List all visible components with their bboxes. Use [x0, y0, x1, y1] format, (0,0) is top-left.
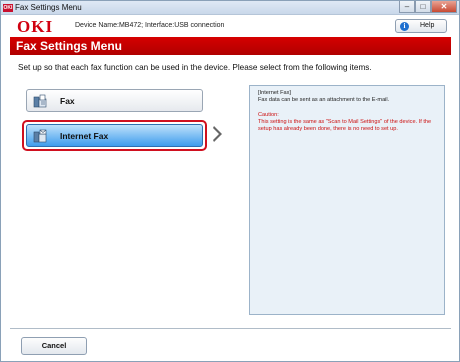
caution-body: This setting is the same as "Scan to Mai… [258, 119, 432, 132]
description-header: [Internet Fax] [258, 90, 291, 96]
page-title-banner: Fax Settings Menu [10, 37, 451, 55]
window-title: Fax Settings Menu [15, 3, 82, 12]
info-icon: i [400, 22, 409, 31]
internet-fax-option-button[interactable]: Internet Fax [26, 124, 203, 147]
app-icon: OKI [3, 4, 13, 12]
caution-label: Caution: [258, 112, 279, 118]
caution-text: Caution: This setting is the same as "Sc… [258, 112, 442, 133]
description-text: [Internet Fax] Fax data can be sent as a… [258, 90, 442, 104]
minimize-icon[interactable]: – [399, 1, 415, 13]
device-info: Device Name:MB472; Interface:USB connect… [75, 22, 225, 29]
internet-fax-icon [33, 129, 47, 143]
maximize-icon[interactable]: □ [415, 1, 431, 13]
footer-divider [10, 328, 451, 329]
cancel-button[interactable]: Cancel [21, 337, 87, 355]
instruction-text: Set up so that each fax function can be … [18, 63, 372, 72]
fax-option-label: Fax [60, 96, 75, 106]
close-icon[interactable]: ✕ [431, 1, 457, 13]
fax-settings-window: OKI Fax Settings Menu – □ ✕ OKI Device N… [0, 0, 460, 362]
description-line: Fax data can be sent as an attachment to… [258, 97, 390, 103]
fax-machine-icon [33, 94, 47, 108]
description-panel: [Internet Fax] Fax data can be sent as a… [249, 85, 445, 315]
fax-option-button[interactable]: Fax [26, 89, 203, 112]
internet-fax-option-label: Internet Fax [60, 131, 109, 141]
oki-logo: OKI [17, 17, 54, 36]
page-title: Fax Settings Menu [16, 39, 123, 53]
help-button[interactable]: i Help [395, 19, 447, 33]
help-label: Help [420, 22, 435, 29]
chevron-right-icon [213, 126, 222, 142]
window-controls: – □ ✕ [399, 1, 457, 14]
app-header: OKI Device Name:MB472; Interface:USB con… [1, 15, 459, 37]
title-bar[interactable]: OKI Fax Settings Menu – □ ✕ [1, 1, 459, 15]
